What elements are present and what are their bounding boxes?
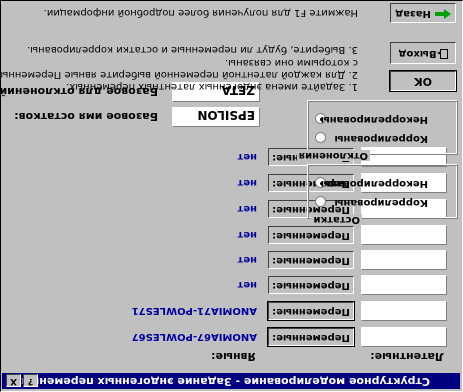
instruction-line: 1. Задайте имена эндогенных латентных пе… — [66, 81, 358, 92]
assigned-variables: нет — [237, 203, 258, 214]
latent-header: Латентные: — [370, 350, 444, 363]
exit-button[interactable]: Выход — [390, 42, 456, 64]
latent-name-field[interactable] — [361, 275, 447, 295]
help-hint: Нажмите F1 для получения более подробной… — [43, 7, 358, 18]
help-icon[interactable]: ? — [23, 374, 38, 387]
assigned-variables: нет — [237, 151, 258, 162]
back-arrow-icon — [434, 9, 451, 19]
variables-button[interactable]: Переменные: — [268, 276, 354, 294]
assigned-variables: нет — [237, 279, 258, 290]
residuals-correlated-radio[interactable] — [315, 196, 326, 207]
residuals-group — [308, 165, 458, 219]
base-error-label: Базовое имя остатков: — [14, 110, 158, 123]
close-icon[interactable]: X — [6, 374, 21, 387]
ok-button[interactable]: OK — [389, 70, 457, 92]
assigned-variables: нет — [237, 177, 258, 188]
deviations-correlated-label[interactable]: Коррелированы — [334, 133, 428, 144]
assigned-variables: ANOMIA71-POWLES71 — [131, 305, 257, 316]
residuals-group-caption: Остатки — [311, 214, 362, 225]
latent-name-field[interactable] — [361, 250, 447, 270]
deviations-uncorrelated-label[interactable]: Некоррелированы — [321, 114, 428, 125]
assigned-variables: ANOMIA67-POWLES67 — [131, 331, 257, 342]
assigned-variables: нет — [237, 254, 258, 265]
window-title: Структурное моделирование - Задание эндо… — [14, 375, 430, 388]
title-bar[interactable]: Структурное моделирование - Задание эндо… — [2, 373, 460, 389]
variables-button[interactable]: Переменные: — [268, 251, 354, 269]
residuals-uncorrelated-label[interactable]: Некоррелированы — [321, 178, 428, 189]
residuals-correlated-label[interactable]: Коррелированы — [334, 197, 428, 208]
back-label: Назад — [395, 8, 431, 19]
deviations-correlated-radio[interactable] — [315, 132, 326, 143]
manifest-header: Явные: — [211, 350, 256, 363]
instruction-line: 2. Для каждой латентной переменной выбер… — [0, 69, 358, 80]
back-button[interactable]: Назад — [390, 3, 456, 23]
latent-name-field[interactable] — [361, 327, 447, 347]
latent-name-field[interactable] — [361, 225, 447, 245]
exit-label: Выход — [398, 48, 437, 59]
instruction-line: 3. Выберите, будут ли переменные и остат… — [27, 44, 358, 55]
base-error-field[interactable]: EPSILON — [172, 107, 260, 127]
instruction-line: с которыми они связаны. — [224, 57, 358, 68]
exit-icon — [436, 49, 448, 59]
variables-button[interactable]: Переменные: — [267, 327, 355, 347]
variables-button[interactable]: Переменные: — [268, 226, 354, 244]
latent-name-field[interactable] — [361, 301, 447, 321]
deviations-group — [308, 101, 458, 155]
variables-button[interactable]: Переменные: — [267, 301, 355, 321]
dialog-window: Структурное моделирование - Задание эндо… — [0, 0, 463, 392]
assigned-variables: нет — [237, 229, 258, 240]
deviations-group-caption: Отклонения — [296, 150, 370, 161]
